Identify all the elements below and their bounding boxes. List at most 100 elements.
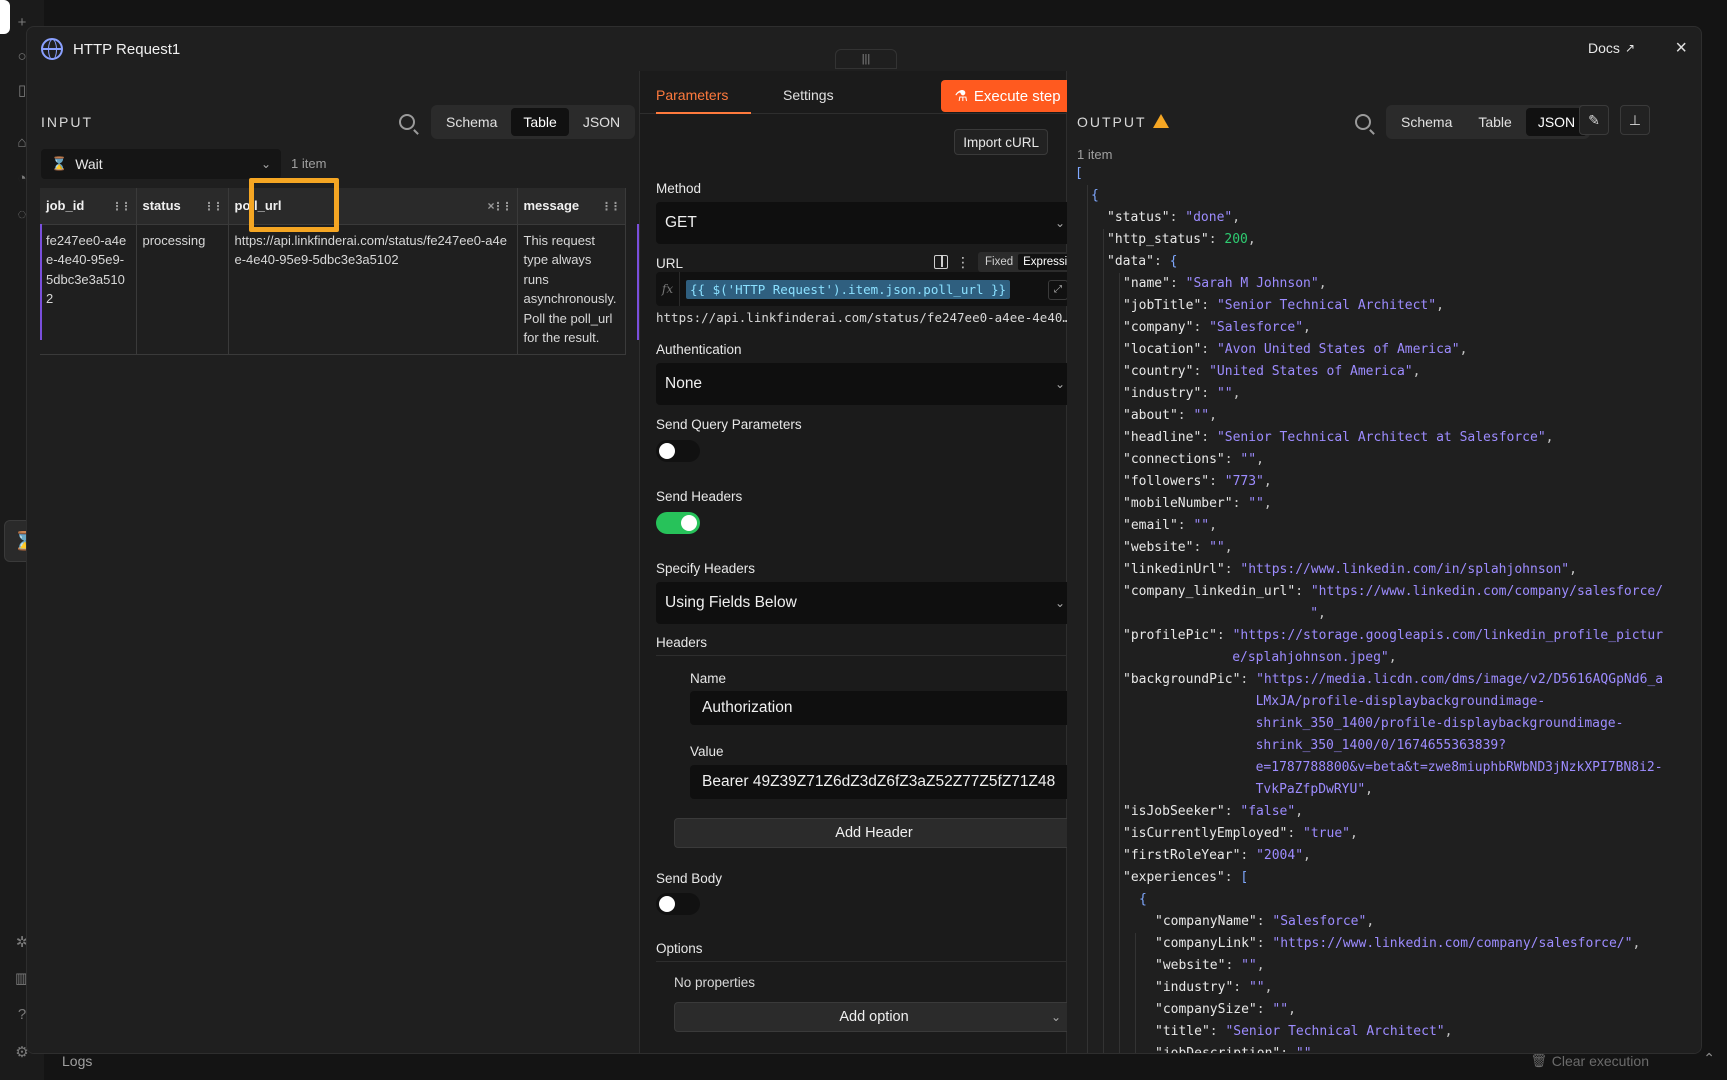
header-value-input[interactable]: Bearer 49Z39Z71Z6dZ3dZ6fZ3aZ52Z77Z5fZ71Z…	[690, 765, 1074, 799]
tab-json[interactable]: JSON	[1525, 108, 1588, 136]
json-line: "http_status": 200,	[1075, 229, 1701, 251]
url-expression-input[interactable]: fx {{ $('HTTP Request').item.json.poll_u…	[656, 272, 1074, 306]
expand-icon[interactable]: ⤢	[1048, 280, 1068, 300]
output-panel: OUTPUT Schema Table JSON ✎ ⊥ 1 item [{"s…	[1067, 71, 1701, 1053]
json-punct: :	[1295, 584, 1311, 599]
docs-label: Docs	[1588, 40, 1620, 56]
json-line: "followers": "773",	[1075, 471, 1701, 493]
json-punct: :	[1193, 540, 1210, 555]
search-icon[interactable]	[1355, 114, 1371, 130]
modal-title[interactable]: HTTP Request1	[73, 41, 180, 58]
chevron-down-icon: ⌄	[1054, 596, 1065, 610]
json-key: "connections"	[1123, 452, 1225, 467]
json-string: "Senior Technical Architect"	[1225, 1024, 1445, 1039]
cell-status[interactable]: processing	[136, 224, 229, 355]
json-line: "companyLink": "https://www.linkedin.com…	[1075, 933, 1701, 955]
column-header-message[interactable]: message ⋮⋮	[517, 188, 626, 225]
send-query-toggle[interactable]	[656, 440, 700, 462]
output-item-count: 1 item	[1077, 147, 1113, 162]
json-punct: ,	[1247, 232, 1256, 247]
tab-table[interactable]: Table	[1466, 108, 1523, 136]
json-line: e=1787788800&v=beta&t=zwe8miuphbRWbND3jN…	[1075, 757, 1701, 779]
json-key: "headline"	[1123, 430, 1202, 445]
json-punct: ,	[1303, 848, 1311, 863]
cell-message[interactable]: This request type always runs asynchrono…	[517, 224, 626, 355]
tab-table[interactable]: Table	[511, 108, 569, 136]
close-icon[interactable]: ×	[1675, 37, 1687, 60]
json-punct: :	[1225, 958, 1242, 973]
json-punct: :	[1169, 276, 1186, 291]
json-punct: ,	[1318, 276, 1327, 291]
drag-grip-icon[interactable]: ⋮⋮	[493, 200, 513, 213]
json-key: "company"	[1123, 320, 1194, 335]
json-key: "industry"	[1123, 386, 1202, 401]
send-body-toggle[interactable]	[656, 893, 700, 915]
tab-parameters[interactable]: Parameters	[656, 87, 728, 103]
json-key: "profilePic"	[1123, 628, 1217, 643]
tab-schema[interactable]: Schema	[1389, 108, 1464, 136]
json-string: "773"	[1224, 474, 1264, 489]
add-header-button[interactable]: Add Header	[674, 818, 1074, 848]
json-string: "done"	[1185, 210, 1233, 225]
search-icon[interactable]	[399, 114, 415, 130]
mode-fixed[interactable]: Fixed	[980, 254, 1018, 270]
json-key: "website"	[1123, 540, 1194, 555]
fx-icon: fx	[656, 272, 680, 306]
json-punct: :	[1224, 562, 1241, 577]
json-line: "website": "",	[1075, 537, 1701, 559]
execute-step-button[interactable]: ⚗ Execute step	[941, 80, 1074, 112]
drag-grip-icon[interactable]: ⋮⋮	[204, 200, 224, 213]
json-string: "United States of America"	[1209, 364, 1413, 379]
import-curl-button[interactable]: Import cURL	[954, 129, 1048, 155]
method-select[interactable]: GET ⌄	[656, 202, 1074, 244]
json-output[interactable]: [{"status": "done", "http_status": 200, "d…	[1075, 163, 1701, 1053]
json-line: "profilePic": "https://storage.googleapi…	[1075, 625, 1701, 647]
header-name-input[interactable]: Authorization	[690, 691, 1074, 725]
json-line: "about": "",	[1075, 405, 1701, 427]
json-key: "email"	[1123, 518, 1178, 533]
tab-settings[interactable]: Settings	[783, 87, 834, 103]
url-resolved-preview: https://api.linkfinderai.com/status/fe24…	[656, 310, 1074, 325]
edit-icon[interactable]: ✎	[1579, 105, 1609, 135]
cell-poll-url[interactable]: https://api.linkfinderai.com/status/fe24…	[228, 224, 518, 355]
clear-execution-button[interactable]: Clear execution	[1552, 1053, 1649, 1069]
json-key: "location"	[1123, 342, 1202, 357]
json-string: e/splahjohnson.jpeg"	[1232, 650, 1389, 665]
more-icon[interactable]: ⋮	[956, 254, 970, 271]
docs-link[interactable]: Docs ↗	[1588, 40, 1635, 56]
json-punct: ,	[1444, 1024, 1453, 1039]
input-item-count: 1 item	[291, 156, 327, 171]
drag-grip-icon[interactable]: ⋮⋮	[601, 200, 621, 213]
json-line: ",	[1075, 603, 1701, 625]
tab-json[interactable]: JSON	[571, 108, 632, 136]
json-punct: :	[1233, 980, 1249, 995]
json-punct: :	[1280, 1046, 1296, 1053]
json-key: "isCurrentlyEmployed"	[1123, 826, 1288, 841]
add-option-button[interactable]: Add option ⌄	[674, 1002, 1074, 1032]
logs-label[interactable]: Logs	[62, 1053, 92, 1069]
tab-schema[interactable]: Schema	[434, 108, 509, 136]
warning-icon[interactable]	[1152, 114, 1169, 128]
add-button[interactable]	[0, 0, 10, 34]
json-string: "https://www.linkedin.com/in/splahjohnso…	[1240, 562, 1570, 577]
json-punct: :	[1209, 1024, 1226, 1039]
source-node-select[interactable]: ⌛ Wait ⌄	[41, 149, 281, 179]
json-string: "2004"	[1256, 848, 1304, 863]
json-punct: ,	[1412, 364, 1421, 379]
specify-headers-select[interactable]: Using Fields Below ⌄	[656, 582, 1074, 624]
column-header-status[interactable]: status ⋮⋮	[136, 188, 229, 225]
drag-grip-icon[interactable]: ⋮⋮	[112, 200, 132, 213]
json-string: "Avon United States of America"	[1216, 342, 1460, 357]
panel-icon[interactable]	[934, 255, 948, 269]
authentication-select[interactable]: None ⌄	[656, 363, 1074, 405]
json-string: TvkPaZfpDwRYU"	[1255, 782, 1366, 797]
cell-job-id[interactable]: fe247ee0-a4ee-4e40-95e9-5dbc3e3a5102	[40, 224, 137, 355]
pin-icon[interactable]: ⊥	[1620, 105, 1650, 135]
json-line: "headline": "Senior Technical Architect …	[1075, 427, 1701, 449]
url-expression-text: {{ $('HTTP Request').item.json.poll_url …	[686, 279, 1011, 299]
chevron-up-icon[interactable]: ⌃	[1703, 1050, 1715, 1067]
column-header-job-id[interactable]: job_id ⋮⋮	[40, 188, 137, 225]
json-key: "jobDescription"	[1155, 1046, 1280, 1053]
json-punct: :	[1153, 254, 1170, 269]
send-headers-toggle[interactable]	[656, 512, 700, 534]
